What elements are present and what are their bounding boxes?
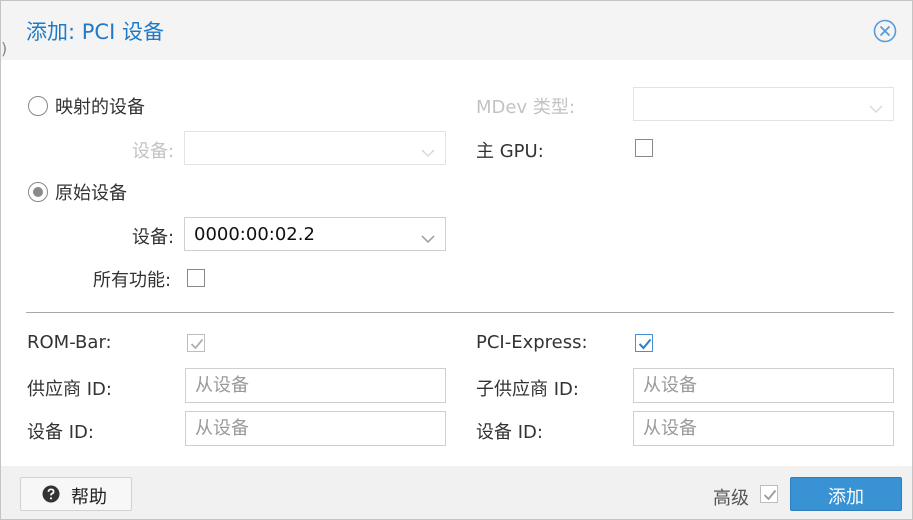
mapped-device-field-label: 设备:: [132, 141, 175, 162]
raw-device-field-label: 设备:: [132, 227, 175, 248]
question-circle-icon: [42, 485, 60, 503]
section-divider: [26, 312, 894, 313]
pci-express-label: PCI-Express:: [476, 332, 588, 353]
raw-device-label: 原始设备: [55, 183, 127, 204]
primary-gpu-checkbox[interactable]: [635, 139, 653, 157]
vendor-id-field[interactable]: [185, 368, 446, 403]
dialog-title: 添加: PCI 设备: [26, 20, 164, 44]
rom-bar-label: ROM-Bar:: [27, 332, 112, 353]
add-button[interactable]: 添加: [790, 477, 902, 511]
device-id-input[interactable]: [186, 412, 445, 445]
mdev-type-select[interactable]: [633, 87, 894, 121]
chevron-down-icon: [869, 98, 883, 119]
sub-device-id-label: 设备 ID:: [476, 422, 543, 443]
checkmark-icon: [763, 489, 777, 501]
sub-vendor-id-field[interactable]: [633, 368, 894, 403]
raw-device-select[interactable]: 0000:00:02.2: [184, 217, 446, 251]
mapped-device-select[interactable]: [184, 131, 446, 165]
sub-vendor-id-input[interactable]: [634, 369, 893, 402]
close-icon[interactable]: [873, 19, 897, 43]
dialog-footer: 帮助 高级 添加: [1, 466, 912, 519]
sub-vendor-id-label: 子供应商 ID:: [476, 379, 579, 400]
checkmark-icon: [190, 338, 204, 350]
raw-device-value: 0000:00:02.2: [194, 224, 315, 245]
chevron-down-icon: [421, 142, 435, 163]
sub-device-id-input[interactable]: [634, 412, 893, 445]
rom-bar-checkbox[interactable]: [187, 334, 205, 352]
help-button-label: 帮助: [71, 487, 107, 508]
all-functions-label: 所有功能:: [93, 270, 172, 291]
sub-device-id-field[interactable]: [633, 411, 894, 446]
mdev-type-label: MDev 类型:: [476, 97, 575, 118]
pci-express-checkbox[interactable]: [635, 334, 653, 352]
add-button-label: 添加: [828, 487, 864, 508]
add-pci-device-dialog: 添加: PCI 设备 ) 映射的设备 设备: 原始设备 设备: 0000:00:…: [0, 0, 913, 520]
checkmark-icon: [638, 338, 652, 350]
dialog-titlebar[interactable]: 添加: PCI 设备: [1, 1, 912, 60]
device-id-field[interactable]: [185, 411, 446, 446]
background-edge-glyph: ): [1, 39, 8, 58]
vendor-id-label: 供应商 ID:: [27, 379, 112, 400]
mapped-device-radio[interactable]: [28, 96, 48, 116]
radio-selected-dot: [33, 187, 43, 197]
vendor-id-input[interactable]: [186, 369, 445, 402]
primary-gpu-label: 主 GPU:: [476, 141, 544, 162]
mapped-device-label: 映射的设备: [55, 97, 145, 118]
chevron-down-icon: [421, 228, 435, 249]
device-id-label: 设备 ID:: [27, 422, 94, 443]
raw-device-radio[interactable]: [28, 182, 48, 202]
help-button[interactable]: 帮助: [20, 477, 132, 511]
advanced-label: 高级: [713, 488, 749, 509]
advanced-checkbox[interactable]: [760, 485, 778, 503]
all-functions-checkbox[interactable]: [187, 269, 205, 287]
